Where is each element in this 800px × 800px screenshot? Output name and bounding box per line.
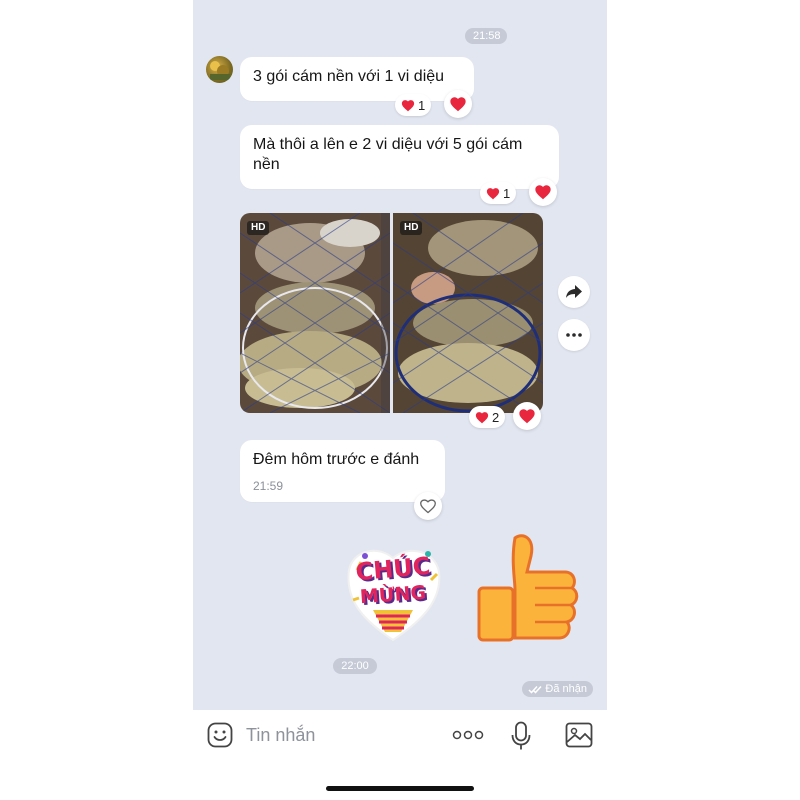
reaction-summary[interactable]: 2 <box>469 406 506 428</box>
hd-badge: HD <box>400 221 423 235</box>
fish-net-photo <box>240 213 390 413</box>
message-bubble[interactable]: Đêm hôm trước e đánh 21:59 <box>240 440 445 502</box>
forward-button[interactable] <box>558 276 590 308</box>
hd-badge: HD <box>247 221 270 235</box>
fish-net-photo <box>393 213 543 413</box>
delivery-status: Đã nhận <box>522 681 593 697</box>
message-text: 3 gói cám nền với 1 vi diệu <box>253 68 445 85</box>
heart-icon <box>519 409 535 424</box>
reaction-summary[interactable]: 1 <box>395 94 432 116</box>
share-arrow-icon <box>566 285 582 298</box>
message-bubble[interactable]: 3 gói cám nền với 1 vi diệu <box>240 57 474 101</box>
avatar[interactable] <box>206 56 233 83</box>
react-button[interactable] <box>444 90 472 118</box>
avatar-image <box>210 61 230 80</box>
heart-icon <box>486 187 500 199</box>
home-indicator[interactable] <box>326 786 474 791</box>
react-button[interactable] <box>414 492 442 520</box>
message-bubble[interactable]: Mà thôi a lên e 2 vi diệu với 5 gói cám … <box>240 125 559 189</box>
heart-icon <box>475 411 489 423</box>
message-input-bar: Tin nhắn <box>193 710 607 762</box>
timestamp-divider: 22:00 <box>333 658 377 674</box>
phone-screen: 21:58 3 gói cám nền với 1 vi diệu 1 Mà t… <box>193 0 607 800</box>
more-dots-icon <box>566 333 582 337</box>
photo-thumbnail[interactable]: HD <box>240 213 390 413</box>
emoji-icon[interactable] <box>207 722 233 748</box>
congrats-sticker[interactable]: CHÚC MỪNG <box>343 540 443 645</box>
message-text: Đêm hôm trước e đánh <box>253 451 420 468</box>
image-icon[interactable] <box>565 722 593 748</box>
reaction-summary[interactable]: 1 <box>480 182 517 204</box>
sticker-partial <box>503 0 543 8</box>
heart-outline-icon <box>420 499 436 514</box>
sticker-line-2: MỪNG <box>359 581 427 609</box>
chat-area[interactable]: 21:58 3 gói cám nền với 1 vi diệu 1 Mà t… <box>193 0 607 710</box>
message-text: Mà thôi a lên e 2 vi diệu với 5 gói cám … <box>253 136 523 173</box>
more-dots-icon[interactable] <box>452 730 484 740</box>
microphone-icon[interactable] <box>511 721 531 751</box>
delivery-status-text: Đã nhận <box>545 683 587 695</box>
more-button[interactable] <box>558 319 590 351</box>
reaction-count: 2 <box>492 409 500 425</box>
heart-icon <box>401 99 415 111</box>
message-time: 21:59 <box>253 479 284 493</box>
reaction-count: 1 <box>503 185 511 201</box>
timestamp-divider: 21:58 <box>465 28 507 44</box>
heart-icon <box>535 185 551 200</box>
photo-thumbnail[interactable]: HD <box>393 213 543 413</box>
react-button[interactable] <box>529 178 557 206</box>
thumbs-up-sticker[interactable] <box>475 530 581 644</box>
react-button[interactable] <box>513 402 541 430</box>
sticker-text: CHÚC MỪNG <box>343 552 443 608</box>
heart-icon <box>450 97 466 112</box>
reaction-count: 1 <box>418 97 426 113</box>
message-input[interactable]: Tin nhắn <box>246 725 315 746</box>
double-check-icon <box>528 685 542 694</box>
